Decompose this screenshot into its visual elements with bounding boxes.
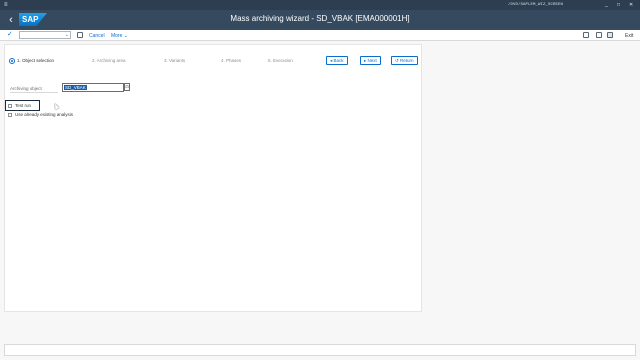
test-run-checkbox[interactable]: Test run: [8, 103, 31, 108]
step-object-selection: 1. Object selection: [17, 58, 55, 63]
more-button[interactable]: More ⌄: [111, 33, 128, 39]
menu-icon[interactable]: ≡: [4, 2, 8, 8]
step-phases: 4. Phases: [221, 58, 242, 63]
archiving-object-input[interactable]: SD_VBAK: [62, 83, 124, 92]
test-run-label: Test run: [15, 103, 32, 108]
return-button[interactable]: ↺ Return: [391, 56, 418, 65]
step-archiving-area: 2. Archiving area: [92, 58, 126, 63]
page-title: Mass archiving wizard - SD_VBAK [EMA0000…: [230, 14, 410, 23]
shell-header: ‹ SAP Mass archiving wizard - SD_VBAK [E…: [0, 10, 640, 30]
minimize-icon[interactable]: _: [605, 2, 608, 8]
maximize-icon[interactable]: □: [617, 2, 620, 8]
checkbox-box[interactable]: [8, 113, 12, 117]
confirm-check-icon[interactable]: ✓: [7, 31, 13, 39]
value-help-icon[interactable]: ⊡: [124, 83, 130, 91]
program-path: /DVD/SAPLEM_WIZ_SCREEN: [508, 3, 564, 7]
archiving-object-value: SD_VBAK: [64, 85, 87, 90]
command-field[interactable]: ⌄: [19, 31, 71, 39]
back-button[interactable]: ◂ Back: [326, 56, 348, 65]
cancel-button[interactable]: Cancel: [89, 33, 105, 39]
step-variants: 3. Variants: [164, 58, 186, 63]
archiving-object-label: Archiving object: [10, 86, 42, 91]
print-icon[interactable]: [583, 32, 589, 38]
chevron-down-icon: ⌄: [123, 33, 128, 39]
layout-icon[interactable]: [596, 32, 602, 38]
existing-analysis-label: Use already existing analysis: [15, 112, 74, 117]
sap-logo: SAP: [19, 13, 47, 26]
more-label: More: [111, 33, 123, 39]
next-button[interactable]: ▸ Next: [360, 56, 381, 65]
exit-button[interactable]: Exit: [625, 33, 633, 39]
existing-analysis-checkbox[interactable]: Use already existing analysis: [8, 112, 73, 117]
close-icon[interactable]: ✕: [629, 2, 633, 8]
toolbar: ✓ ⌄ Cancel More ⌄ Exit: [0, 30, 640, 41]
settings-icon[interactable]: [607, 32, 613, 38]
step-execution: 5. Execution: [268, 58, 293, 63]
system-bar: ≡ /DVD/SAPLEM_WIZ_SCREEN _ □ ✕: [0, 0, 640, 10]
save-variant-icon[interactable]: [77, 32, 83, 38]
label-underline: [10, 92, 58, 93]
chevron-down-icon[interactable]: ⌄: [65, 32, 69, 39]
back-arrow-icon[interactable]: ‹: [5, 13, 17, 27]
current-step-icon: [9, 58, 15, 64]
checkbox-box[interactable]: [8, 104, 12, 108]
status-bar: [4, 344, 636, 356]
